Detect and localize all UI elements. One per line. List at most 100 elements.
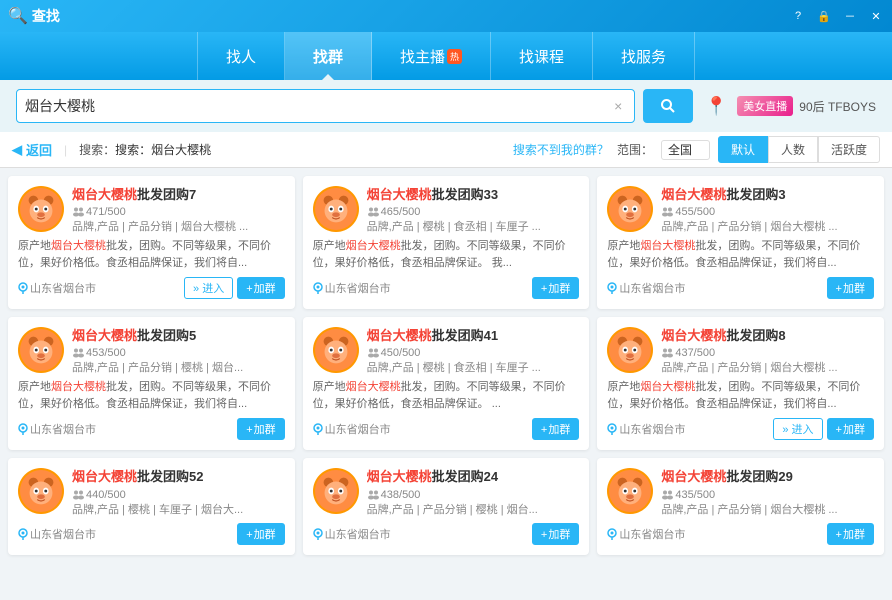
card-info: 烟台大樱桃批发团购7 471/500 品牌,产品 | 产品分销 | 烟台大樱桃 … — [72, 186, 285, 234]
members-icon — [661, 489, 673, 501]
card-footer: 山东省烟台市 加群 — [18, 523, 285, 545]
nav-find-course[interactable]: 找课程 — [491, 32, 593, 80]
close-button[interactable]: ✕ — [864, 6, 888, 26]
group-title[interactable]: 烟台大樱桃批发团购8 — [661, 327, 874, 345]
group-card: 烟台大樱桃批发团购52 440/500 品牌,产品 | 樱桃 | 车厘子 | 烟… — [8, 458, 295, 554]
group-title[interactable]: 烟台大樱桃批发团购7 — [72, 186, 285, 204]
location-icon — [607, 528, 617, 540]
member-count: 450/500 — [367, 347, 580, 359]
avatar — [313, 186, 359, 232]
group-title[interactable]: 烟台大樱桃批发团购41 — [367, 327, 580, 345]
members-icon — [367, 489, 379, 501]
title-bar: 🔍 查找 ? 🔒 － ✕ — [0, 0, 892, 32]
group-tags: 品牌,产品 | 樱桃 | 食丞相 | 车厘子 ... — [367, 359, 580, 375]
card-actions: 加群 — [532, 418, 579, 440]
card-header: 烟台大樱桃批发团购29 435/500 品牌,产品 | 产品分销 | 烟台大樱桃… — [607, 468, 874, 516]
group-tags: 品牌,产品 | 产品分销 | 烟台大樱桃 ... — [661, 501, 874, 517]
card-actions: » 进入加群 — [184, 277, 285, 299]
clear-button[interactable]: × — [614, 98, 622, 114]
group-card: 烟台大樱桃批发团购8 437/500 品牌,产品 | 产品分销 | 烟台大樱桃 … — [597, 317, 884, 450]
minimize-button[interactable]: － — [838, 6, 862, 26]
enter-button[interactable]: » 进入 — [184, 277, 233, 299]
member-count: 453/500 — [72, 347, 285, 359]
nav-find-service[interactable]: 找服务 — [593, 32, 695, 80]
enter-button[interactable]: » 进入 — [773, 418, 822, 440]
search-input-wrap: × — [16, 89, 635, 123]
members-icon — [72, 347, 84, 359]
card-info: 烟台大樱桃批发团购29 435/500 品牌,产品 | 产品分销 | 烟台大樱桃… — [661, 468, 874, 516]
location-icon — [18, 423, 28, 435]
nav-find-group[interactable]: 找群 — [285, 32, 372, 80]
search-info: 搜索：搜索：烟台大樱桃 — [79, 141, 505, 158]
range-select[interactable]: 全国 本地 — [661, 140, 710, 160]
group-title[interactable]: 烟台大樱桃批发团购3 — [661, 186, 874, 204]
card-header: 烟台大樱桃批发团购24 438/500 品牌,产品 | 产品分销 | 樱桃 | … — [313, 468, 580, 516]
location-icon — [313, 528, 323, 540]
group-tags: 品牌,产品 | 产品分销 | 樱桃 | 烟台... — [72, 359, 285, 375]
card-info: 烟台大樱桃批发团购5 453/500 品牌,产品 | 产品分销 | 樱桃 | 烟… — [72, 327, 285, 375]
join-button[interactable]: 加群 — [237, 523, 284, 545]
avatar — [313, 327, 359, 373]
card-actions: 加群 — [237, 418, 284, 440]
join-button[interactable]: 加群 — [237, 418, 284, 440]
join-button[interactable]: 加群 — [827, 277, 874, 299]
group-tags: 品牌,产品 | 产品分销 | 烟台大樱桃 ... — [661, 359, 874, 375]
group-desc: 原产地烟台大樱桃批发，团购。不同等级果，不同价位，果好价格低。食丞相品牌保证，我… — [18, 379, 285, 412]
user-tag[interactable]: 美女直播 — [737, 96, 793, 116]
search-input[interactable] — [25, 98, 614, 114]
group-tags: 品牌,产品 | 产品分销 | 烟台大樱桃 ... — [72, 218, 285, 234]
join-button[interactable]: 加群 — [827, 523, 874, 545]
lock-button[interactable]: 🔒 — [812, 6, 836, 26]
avatar — [607, 186, 653, 232]
group-desc: 原产地烟台大樱桃批发，团购。不同等级果，不同价位，果好价格低。食丞相品牌保证，我… — [607, 379, 874, 412]
group-title[interactable]: 烟台大樱桃批发团购52 — [72, 468, 285, 486]
members-icon — [72, 206, 84, 218]
card-footer: 山东省烟台市 加群 — [313, 523, 580, 545]
group-card: 烟台大樱桃批发团购41 450/500 品牌,产品 | 樱桃 | 食丞相 | 车… — [303, 317, 590, 450]
avatar — [18, 186, 64, 232]
group-title[interactable]: 烟台大樱桃批发团购29 — [661, 468, 874, 486]
join-button[interactable]: 加群 — [532, 277, 579, 299]
card-footer: 山东省烟台市 加群 — [313, 277, 580, 299]
group-card: 烟台大樱桃批发团购5 453/500 品牌,产品 | 产品分销 | 樱桃 | 烟… — [8, 317, 295, 450]
group-title[interactable]: 烟台大樱桃批发团购33 — [367, 186, 580, 204]
hot-badge: 热 — [447, 49, 462, 64]
card-footer: 山东省烟台市 加群 — [18, 418, 285, 440]
sort-tab-activity[interactable]: 活跃度 — [818, 136, 880, 163]
nav-find-host[interactable]: 找主播 热 — [372, 32, 491, 80]
card-footer: 山东省烟台市 » 进入加群 — [18, 277, 285, 299]
join-button[interactable]: 加群 — [532, 418, 579, 440]
app-title: 查找 — [32, 6, 60, 26]
user-info: 📍 美女直播 90后 TFBOYS — [701, 91, 876, 121]
card-info: 烟台大樱桃批发团购8 437/500 品牌,产品 | 产品分销 | 烟台大樱桃 … — [661, 327, 874, 375]
group-title[interactable]: 烟台大樱桃批发团购5 — [72, 327, 285, 345]
group-title[interactable]: 烟台大樱桃批发团购24 — [367, 468, 580, 486]
avatar — [607, 327, 653, 373]
group-tags: 品牌,产品 | 产品分销 | 樱桃 | 烟台... — [367, 501, 580, 517]
group-location: 山东省烟台市 — [18, 526, 96, 542]
join-button[interactable]: 加群 — [532, 523, 579, 545]
sort-tab-members[interactable]: 人数 — [768, 136, 818, 163]
not-found-link[interactable]: 搜索不到我的群？ — [513, 141, 609, 158]
search-bar: × 📍 美女直播 90后 TFBOYS — [0, 80, 892, 132]
window-controls: ? 🔒 － ✕ — [786, 0, 888, 32]
group-tags: 品牌,产品 | 樱桃 | 食丞相 | 车厘子 ... — [367, 218, 580, 234]
card-header: 烟台大樱桃批发团购8 437/500 品牌,产品 | 产品分销 | 烟台大樱桃 … — [607, 327, 874, 375]
card-header: 烟台大樱桃批发团购41 450/500 品牌,产品 | 樱桃 | 食丞相 | 车… — [313, 327, 580, 375]
member-count: 471/500 — [72, 206, 285, 218]
back-button[interactable]: ◀ 返回 — [12, 140, 52, 159]
group-location: 山东省烟台市 — [313, 526, 391, 542]
card-footer: 山东省烟台市 加群 — [607, 277, 874, 299]
members-icon — [367, 347, 379, 359]
join-button[interactable]: 加群 — [827, 418, 874, 440]
help-button[interactable]: ? — [786, 6, 810, 26]
user-extra: 90后 TFBOYS — [799, 98, 876, 115]
nav-find-people[interactable]: 找人 — [197, 32, 285, 80]
card-actions: 加群 — [532, 277, 579, 299]
join-button[interactable]: 加群 — [237, 277, 284, 299]
sort-tab-default[interactable]: 默认 — [718, 136, 768, 163]
card-info: 烟台大樱桃批发团购24 438/500 品牌,产品 | 产品分销 | 樱桃 | … — [367, 468, 580, 516]
back-arrow: ◀ — [12, 142, 22, 158]
search-button[interactable] — [643, 89, 693, 123]
card-info: 烟台大樱桃批发团购41 450/500 品牌,产品 | 樱桃 | 食丞相 | 车… — [367, 327, 580, 375]
